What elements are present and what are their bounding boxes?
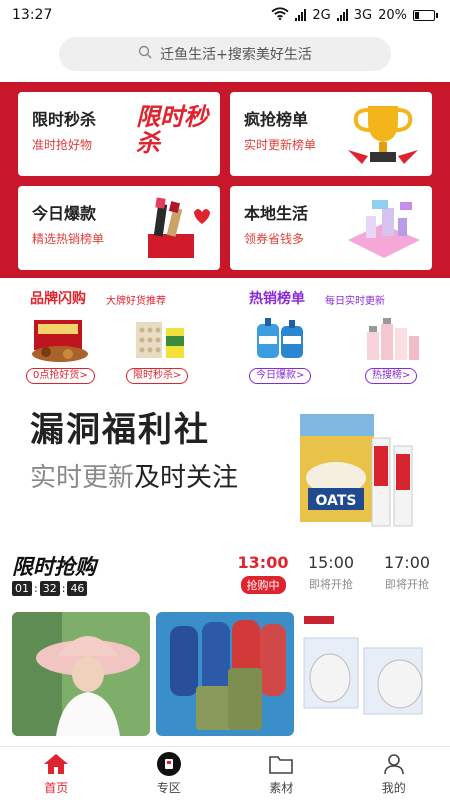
flash-product-list: [0, 612, 450, 736]
user-icon: [381, 752, 407, 776]
pill-flash-sale[interactable]: 限时秒杀>: [126, 368, 189, 384]
promo-title: 品牌闪购: [30, 291, 86, 307]
countdown-minutes: 32: [39, 581, 60, 596]
product-card-mask[interactable]: [300, 612, 438, 736]
promo-subtitle: 大牌好货推荐: [106, 296, 166, 307]
bottom-tab-bar: 首页 专区 素材 我的: [0, 746, 450, 800]
tab-label: 素材: [269, 780, 294, 795]
tab-materials[interactable]: 素材: [225, 747, 338, 800]
hot-rank-section[interactable]: 热销榜单 每日实时更新 今日爆款> 热搜榜>: [225, 280, 450, 390]
oats-label: OATS: [316, 493, 357, 509]
search-placeholder: 迁鱼生活+搜索美好生活: [160, 47, 312, 63]
tile-today-hot[interactable]: 今日爆款 精选热销榜单: [18, 186, 220, 270]
pill-today-hot[interactable]: 今日爆款>: [249, 368, 312, 384]
home-icon: [43, 752, 69, 776]
promo-subtitle: 每日实时更新: [325, 296, 385, 307]
zone-icon: [156, 751, 182, 776]
slot-time: 15:00: [307, 553, 355, 572]
battery-icon: [413, 9, 438, 21]
tab-label: 首页: [44, 780, 69, 795]
banner-title: 漏洞福利社: [30, 410, 210, 450]
time-slot-1700[interactable]: 17:00 即将开抢: [372, 553, 442, 592]
banner-sub-dark: 及时关注: [134, 463, 239, 493]
network-3g: 3G: [353, 7, 373, 23]
product-card-cups[interactable]: [156, 612, 294, 736]
status-icons: 2G 3G 20%: [271, 6, 438, 24]
flash-sale-header: 限时抢购 01: 32: 46 13:00 抢购中 15:00 即将开抢 17:…: [0, 545, 450, 603]
slot-status: 即将开抢: [385, 578, 429, 591]
tab-mine[interactable]: 我的: [338, 747, 450, 800]
folder-icon: [268, 752, 294, 776]
tile-hot-rank[interactable]: 疯抢榜单 实时更新榜单: [230, 92, 432, 176]
promo-row: 品牌闪购 大牌好货推荐 0点抢好货> 限时秒杀> 热销榜单 每日实时更新 今日爆…: [0, 280, 450, 390]
battery-percent: 20%: [378, 7, 407, 23]
banner-subtitle: 实时更新及时关注: [30, 457, 300, 494]
tab-zone[interactable]: 专区: [113, 747, 226, 800]
search-icon: [138, 45, 152, 63]
slot-status: 即将开抢: [309, 578, 353, 591]
banner-products-image: OATS: [298, 406, 438, 530]
cosmetics-image: [361, 314, 423, 364]
status-bar: 13:27 2G 3G 20%: [0, 0, 450, 30]
trophy-icon: [342, 100, 424, 168]
tile-flash-sale[interactable]: 限时秒杀 准时抢好物 限时秒杀: [18, 92, 220, 176]
banner-sub-grey: 实时更新: [30, 463, 135, 493]
countdown-timer: 01: 32: 46: [12, 581, 88, 596]
lipstick-icon: [130, 194, 212, 262]
slot-time: 13:00: [237, 553, 289, 572]
brand-flash-section[interactable]: 品牌闪购 大牌好货推荐 0点抢好货> 限时秒杀>: [0, 280, 225, 390]
flash-sale-art: 限时秒杀: [136, 103, 208, 157]
slot-time: 17:00: [383, 553, 431, 572]
search-input[interactable]: 迁鱼生活+搜索美好生活: [59, 37, 391, 71]
search-area: 迁鱼生活+搜索美好生活: [0, 30, 450, 78]
tile-local-life[interactable]: 本地生活 领券省钱多: [230, 186, 432, 270]
promo-title: 热销榜单: [249, 291, 305, 307]
pill-hot-search[interactable]: 热搜榜>: [365, 368, 418, 384]
network-2g: 2G: [312, 7, 331, 23]
tissue-pack-image: [130, 314, 192, 364]
slot-status: 抢购中: [240, 576, 286, 594]
tab-label: 我的: [381, 780, 406, 795]
signal-icon: [295, 9, 307, 21]
city-icon: [342, 194, 424, 262]
snack-box-image: [30, 314, 92, 364]
status-time: 13:27: [12, 7, 53, 23]
time-slot-1500[interactable]: 15:00 即将开抢: [296, 553, 366, 592]
tab-label: 专区: [156, 780, 181, 795]
time-slot-1300[interactable]: 13:00 抢购中: [228, 553, 298, 594]
banner-text: 漏洞福利社 实时更新及时关注: [30, 402, 300, 494]
detergent-image: [251, 314, 313, 364]
countdown-seconds: 46: [67, 581, 88, 596]
welfare-banner[interactable]: 漏洞福利社 实时更新及时关注 OATS: [0, 392, 450, 538]
wifi-icon: [271, 6, 289, 24]
pill-midnight-deals[interactable]: 0点抢好货>: [26, 368, 95, 384]
category-panel: 限时秒杀 准时抢好物 限时秒杀 疯抢榜单 实时更新榜单 今日爆款 精选热销榜单: [0, 82, 450, 278]
signal-icon-2: [336, 9, 348, 21]
flash-title: 限时抢购: [12, 555, 96, 579]
product-card-hat[interactable]: [12, 612, 150, 736]
countdown-hours: 01: [12, 581, 32, 596]
tab-home[interactable]: 首页: [0, 747, 113, 800]
